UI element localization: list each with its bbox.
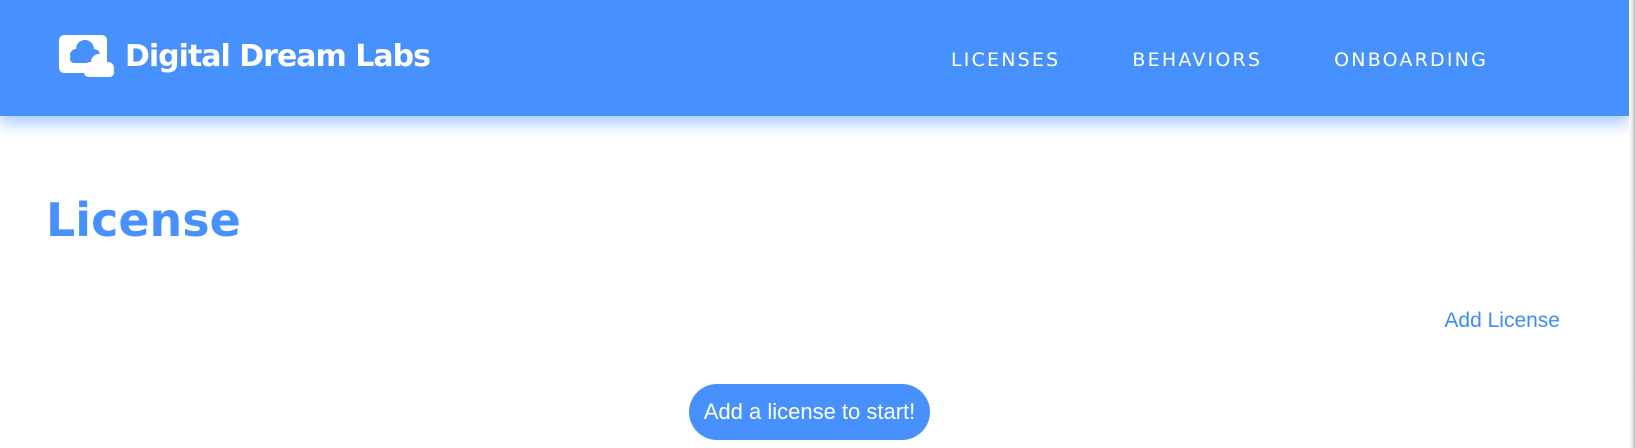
page-title: License: [46, 193, 241, 247]
add-license-link[interactable]: Add License: [1444, 306, 1560, 336]
nav-item-licenses[interactable]: LICENSES: [951, 44, 1060, 76]
main-nav: LICENSES BEHAVIORS ONBOARDING: [951, 44, 1488, 76]
page: Digital Dream Labs LICENSES BEHAVIORS ON…: [0, 0, 1635, 448]
cloud-logo-icon: [59, 35, 114, 77]
brand-name: Digital Dream Labs: [125, 39, 431, 74]
brand-logo[interactable]: Digital Dream Labs: [59, 33, 431, 81]
top-navigation-bar: Digital Dream Labs LICENSES BEHAVIORS ON…: [0, 0, 1629, 116]
window-edge: [1629, 0, 1635, 448]
nav-item-onboarding[interactable]: ONBOARDING: [1334, 44, 1488, 76]
nav-item-behaviors[interactable]: BEHAVIORS: [1132, 44, 1262, 76]
add-license-start-button[interactable]: Add a license to start!: [689, 384, 930, 440]
